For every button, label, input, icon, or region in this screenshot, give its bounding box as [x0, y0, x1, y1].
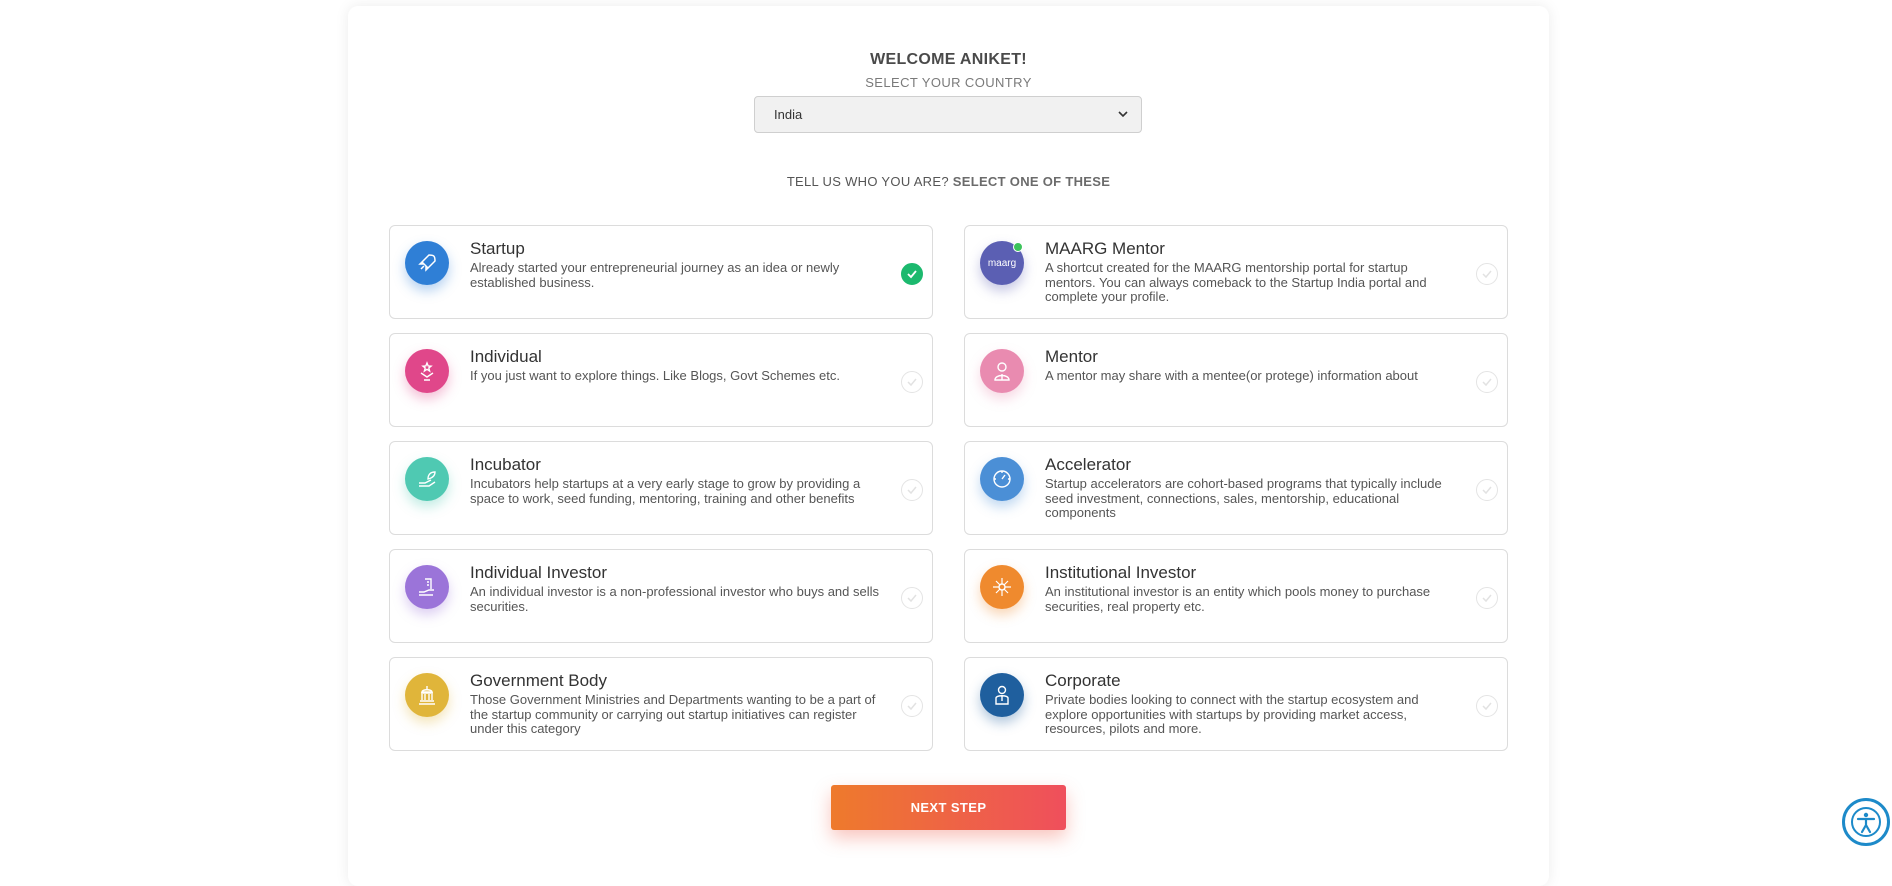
- prompt-lead: TELL US WHO YOU ARE?: [786, 174, 949, 189]
- option-accelerator[interactable]: Accelerator Startup accelerators are coh…: [964, 441, 1508, 535]
- maarg-logo: maarg: [980, 241, 1024, 285]
- mentor-icon: [980, 349, 1024, 393]
- accessibility-icon[interactable]: [1842, 798, 1890, 846]
- hand-building-icon: [405, 565, 449, 609]
- option-title: Startup: [470, 239, 525, 258]
- option-description: Already started your entrepreneurial jou…: [470, 260, 840, 290]
- option-maarg-mentor[interactable]: maarg MAARG Mentor A shortcut created fo…: [964, 225, 1508, 319]
- option-mentor[interactable]: Mentor A mentor may share with a mentee(…: [964, 333, 1508, 427]
- option-individual-investor[interactable]: Individual Investor An individual invest…: [389, 549, 933, 643]
- government-building-icon: [405, 673, 449, 717]
- option-incubator[interactable]: Incubator Incubators help startups at a …: [389, 441, 933, 535]
- option-title: MAARG Mentor: [1045, 239, 1165, 258]
- country-select[interactable]: India: [754, 96, 1142, 133]
- select-country-label: SELECT YOUR COUNTRY: [865, 75, 1032, 90]
- option-description: Incubators help startups at a very early…: [470, 476, 861, 506]
- checkmark-icon: [1476, 263, 1498, 285]
- checkmark-icon: [901, 263, 923, 285]
- rocket-icon: [405, 241, 449, 285]
- option-description: A shortcut created for the MAARG mentors…: [1045, 260, 1427, 304]
- option-corporate[interactable]: Corporate Private bodies looking to conn…: [964, 657, 1508, 751]
- prompt-emphasis: SELECT ONE OF THESE: [952, 174, 1111, 189]
- option-description: Those Government Ministries and Departme…: [470, 692, 876, 736]
- option-title: Institutional Investor: [1045, 563, 1197, 582]
- option-individual[interactable]: Individual If you just want to explore t…: [389, 333, 933, 427]
- person-star-icon: [405, 349, 449, 393]
- option-title: Government Body: [470, 671, 608, 690]
- country-select-value: India: [774, 107, 803, 122]
- checkmark-icon: [1476, 371, 1498, 393]
- option-description: A mentor may share with a mentee(or prot…: [1045, 368, 1418, 383]
- who-are-you-prompt: TELL US WHO YOU ARE? SELECT ONE OF THESE: [348, 174, 1549, 189]
- option-description: An individual investor is a non-professi…: [470, 584, 879, 614]
- next-step-button[interactable]: NEXT STEP: [831, 785, 1066, 830]
- checkmark-icon: [1476, 479, 1498, 501]
- checkmark-icon: [901, 371, 923, 393]
- corporate-person-icon: [980, 673, 1024, 717]
- speedometer-icon: [980, 457, 1024, 501]
- plant-hand-icon: [405, 457, 449, 501]
- checkmark-icon: [901, 695, 923, 717]
- option-description: If you just want to explore things. Like…: [470, 368, 840, 383]
- checkmark-icon: [1476, 587, 1498, 609]
- option-title: Mentor: [1045, 347, 1098, 366]
- option-title: Individual: [470, 347, 542, 366]
- network-icon: [980, 565, 1024, 609]
- option-title: Incubator: [470, 455, 541, 474]
- option-title: Corporate: [1045, 671, 1121, 690]
- option-description: Private bodies looking to connect with t…: [1045, 692, 1419, 736]
- option-title: Individual Investor: [470, 563, 608, 582]
- checkmark-icon: [1476, 695, 1498, 717]
- welcome-heading: WELCOME ANIKET!: [870, 51, 1027, 68]
- chevron-down-icon: [1117, 97, 1129, 147]
- checkmark-icon: [901, 587, 923, 609]
- option-title: Accelerator: [1045, 455, 1131, 474]
- option-description: Startup accelerators are cohort-based pr…: [1045, 476, 1442, 520]
- registration-card: WELCOME ANIKET! SELECT YOUR COUNTRY Indi…: [348, 6, 1549, 886]
- option-institutional-investor[interactable]: Institutional Investor An institutional …: [964, 549, 1508, 643]
- option-startup[interactable]: Startup Already started your entrepreneu…: [389, 225, 933, 319]
- checkmark-icon: [901, 479, 923, 501]
- option-description: An institutional investor is an entity w…: [1045, 584, 1431, 614]
- option-government-body[interactable]: Government Body Those Government Ministr…: [389, 657, 933, 751]
